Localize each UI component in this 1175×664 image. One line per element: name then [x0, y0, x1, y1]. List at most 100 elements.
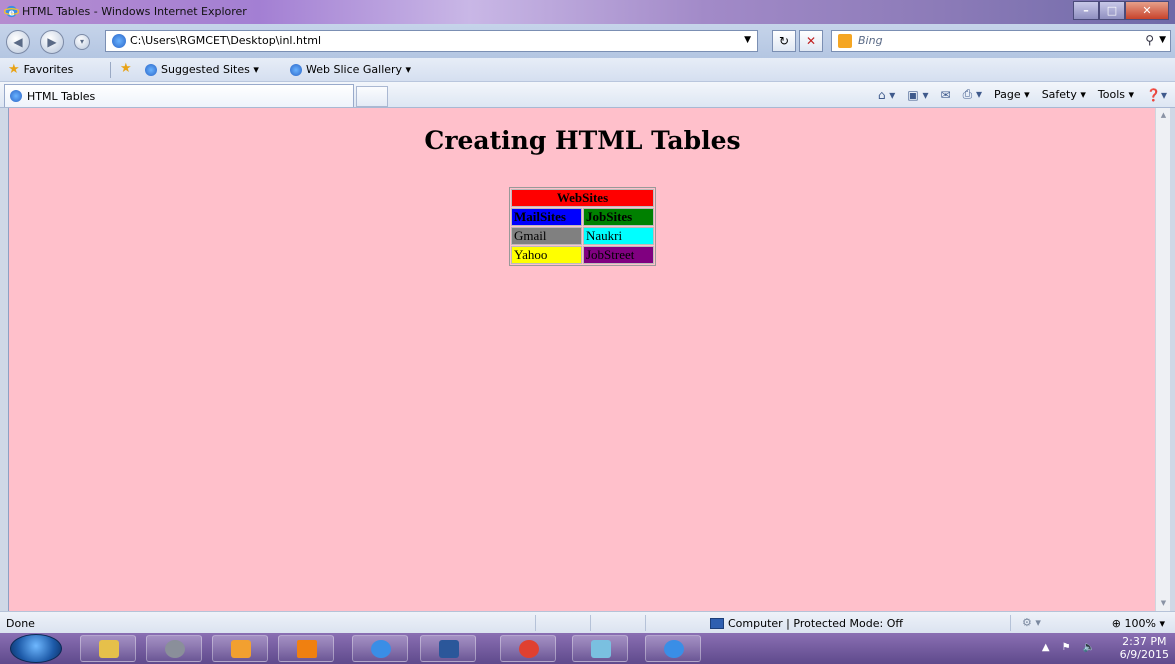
websites-table: WebSites MailSites JobSites Gmail Naukri… [509, 187, 656, 266]
command-bar: ⌂ ▾ ▣ ▾ ✉ ⎙ ▾ Page ▾ Safety ▾ Tools ▾ ❓▾ [878, 87, 1167, 102]
forward-button[interactable]: ▶ [40, 30, 64, 54]
taskbar-explorer[interactable] [80, 635, 136, 662]
table-cell: Yahoo [511, 246, 582, 264]
status-bar: Done Computer | Protected Mode: Off ⚙ ▾ … [0, 611, 1175, 633]
vertical-scrollbar[interactable]: ▲ ▼ [1155, 108, 1170, 611]
mail-icon[interactable]: ✉ [941, 88, 951, 102]
ie-icon [371, 640, 391, 658]
stop-button[interactable]: ✕ [799, 30, 823, 52]
navigation-bar: ◀ ▶ ▾ C:\Users\RGMCET\Desktop\inl.html ▼… [0, 24, 1175, 58]
action-center-flag-icon[interactable]: ⚑ [1062, 642, 1071, 653]
zone-label: Computer | Protected Mode: Off [728, 617, 903, 630]
help-icon[interactable]: ❓▾ [1146, 88, 1167, 102]
clock-time: 2:37 PM [1122, 635, 1167, 648]
ie-page-icon [145, 63, 157, 76]
svg-text:e: e [9, 7, 15, 17]
close-button[interactable]: ✕ [1125, 1, 1169, 20]
vlc-icon [297, 640, 317, 658]
show-hidden-icons-icon[interactable]: ▲ [1042, 642, 1050, 653]
new-tab-button[interactable] [356, 86, 388, 107]
system-tray: ▲ ⚑ 🔈 [1042, 642, 1095, 653]
table-cell: Gmail [511, 227, 582, 245]
tab-bar: HTML Tables ⌂ ▾ ▣ ▾ ✉ ⎙ ▾ Page ▾ Safety … [0, 82, 1175, 108]
divider [110, 62, 111, 78]
taskbar-ie-active[interactable] [645, 635, 701, 662]
divider [1010, 615, 1011, 631]
taskbar-app[interactable] [146, 635, 202, 662]
ie-icon [664, 640, 684, 658]
home-icon[interactable]: ⌂ ▾ [878, 88, 895, 102]
table-cell: MailSites [511, 208, 582, 226]
add-to-favorites-button[interactable]: ★ [120, 61, 132, 76]
zoom-level[interactable]: ⊕ 100% ▾ [1112, 617, 1165, 630]
zoom-value: 100% [1124, 617, 1156, 630]
chrome-icon [519, 640, 539, 658]
compatibility-refresh-button[interactable]: ↻ [772, 30, 796, 52]
address-field[interactable]: C:\Users\RGMCET\Desktop\inl.html ▼ [105, 30, 758, 52]
address-url: C:\Users\RGMCET\Desktop\inl.html [130, 34, 322, 47]
taskbar-word[interactable] [420, 635, 476, 662]
security-zone[interactable]: Computer | Protected Mode: Off [710, 617, 903, 630]
search-icon[interactable]: ⚲ [1145, 33, 1154, 47]
table-cell: JobStreet [583, 246, 654, 264]
search-box[interactable]: Bing ⚲ ▼ [831, 30, 1171, 52]
divider [645, 615, 646, 631]
window-controls: – □ ✕ [1073, 1, 1169, 20]
back-button[interactable]: ◀ [6, 30, 30, 54]
bing-icon [838, 34, 852, 48]
suggested-sites-link[interactable]: Suggested Sites ▾ [145, 63, 259, 76]
scroll-up-arrow-icon[interactable]: ▲ [1156, 108, 1171, 123]
favorites-label: Favorites [23, 63, 74, 76]
taskbar-media[interactable] [212, 635, 268, 662]
tab-html-tables[interactable]: HTML Tables [4, 84, 354, 107]
window-title: HTML Tables - Windows Internet Explorer [22, 5, 247, 18]
favorites-bar: ★ Favorites ★ Suggested Sites ▾ Web Slic… [0, 58, 1175, 82]
taskbar-vlc[interactable] [278, 635, 334, 662]
recent-pages-dropdown[interactable]: ▾ [74, 34, 90, 50]
clock[interactable]: 2:37 PM 6/9/2015 [1120, 635, 1169, 661]
title-bar: e HTML Tables - Windows Internet Explore… [0, 0, 1175, 24]
favorites-button[interactable]: ★ Favorites [8, 61, 74, 77]
page-menu[interactable]: Page ▾ [994, 88, 1030, 101]
web-slice-gallery-label: Web Slice Gallery ▾ [306, 63, 412, 76]
taskbar-chrome[interactable] [500, 635, 556, 662]
table-header-websites: WebSites [511, 189, 654, 207]
status-text: Done [6, 617, 35, 630]
taskbar-ie[interactable] [352, 635, 408, 662]
taskbar-app2[interactable] [572, 635, 628, 662]
chevron-down-icon[interactable]: ▼ [744, 35, 751, 45]
start-button[interactable] [10, 634, 62, 663]
protection-icon[interactable]: ⚙ ▾ [1022, 616, 1041, 629]
app-icon [165, 640, 185, 658]
suggested-sites-label: Suggested Sites ▾ [161, 63, 259, 76]
page-icon [112, 34, 126, 48]
tools-menu[interactable]: Tools ▾ [1098, 88, 1134, 101]
add-favorite-icon: ★ [120, 61, 132, 76]
app-icon [591, 640, 611, 658]
volume-icon[interactable]: 🔈 [1083, 642, 1095, 653]
tab-title: HTML Tables [27, 90, 96, 103]
search-input[interactable]: Bing [858, 34, 883, 47]
maximize-button[interactable]: □ [1099, 1, 1125, 20]
safety-menu[interactable]: Safety ▾ [1042, 88, 1086, 101]
feeds-icon[interactable]: ▣ ▾ [907, 88, 928, 102]
search-options-chevron-icon[interactable]: ▼ [1159, 35, 1166, 45]
windows-taskbar: ▲ ⚑ 🔈 2:37 PM 6/9/2015 [0, 633, 1175, 664]
print-icon[interactable]: ⎙ ▾ [963, 87, 982, 102]
computer-icon [710, 618, 724, 629]
star-icon: ★ [8, 61, 20, 77]
table-cell: Naukri [583, 227, 654, 245]
web-slice-gallery-link[interactable]: Web Slice Gallery ▾ [290, 63, 411, 76]
minimize-button[interactable]: – [1073, 1, 1099, 20]
page-heading: Creating HTML Tables [424, 126, 741, 155]
divider [590, 615, 591, 631]
ie-logo-icon: e [4, 5, 19, 17]
media-player-icon [231, 640, 251, 658]
folder-icon [99, 640, 119, 658]
page-content: Creating HTML Tables WebSites MailSites … [8, 108, 1155, 611]
table-row: Gmail Naukri [511, 227, 654, 245]
scroll-down-arrow-icon[interactable]: ▼ [1156, 596, 1171, 611]
word-icon [439, 640, 459, 658]
clock-date: 6/9/2015 [1119, 648, 1169, 661]
table-row: Yahoo JobStreet [511, 246, 654, 264]
